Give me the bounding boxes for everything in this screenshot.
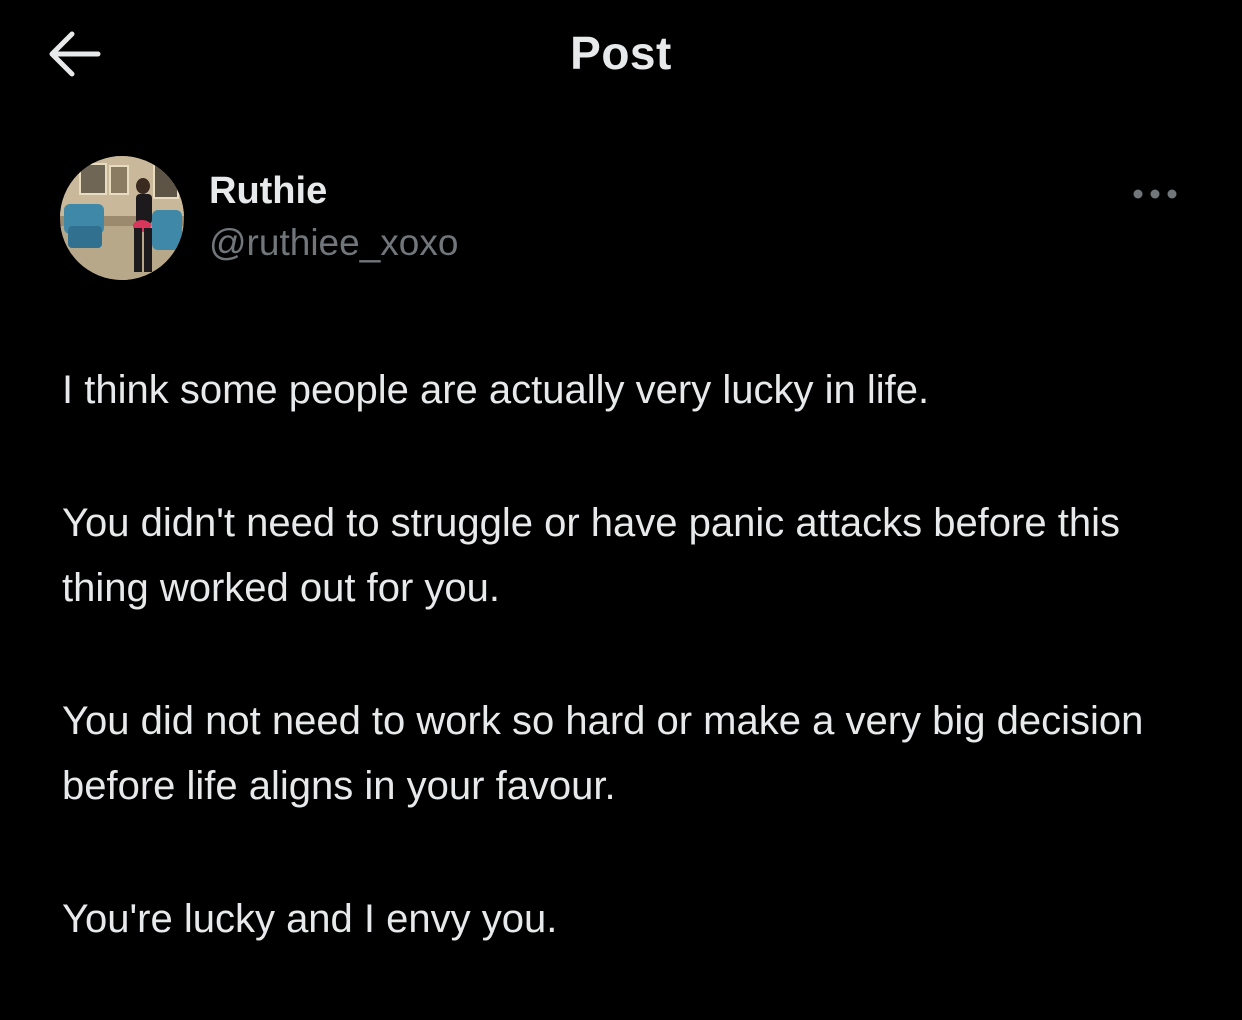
post-paragraph: You're lucky and I envy you. [62, 897, 558, 941]
page-title: Post [570, 27, 672, 79]
top-bar: Post [0, 0, 1242, 110]
author-display-name[interactable]: Ruthie [209, 170, 327, 213]
avatar[interactable] [60, 156, 184, 280]
post-paragraph: You didn't need to struggle or have pani… [62, 501, 1120, 610]
more-options-button[interactable] [1130, 180, 1180, 208]
more-horizontal-icon [1133, 189, 1177, 199]
post-paragraph: You did not need to work so hard or make… [62, 699, 1144, 808]
post-author: Ruthie @ruthiee_xoxo [60, 156, 1190, 286]
avatar-photo [60, 156, 184, 280]
post-paragraph: I think some people are actually very lu… [62, 368, 930, 412]
post-text: I think some people are actually very lu… [62, 358, 1202, 1020]
author-handle[interactable]: @ruthiee_xoxo [209, 222, 458, 264]
